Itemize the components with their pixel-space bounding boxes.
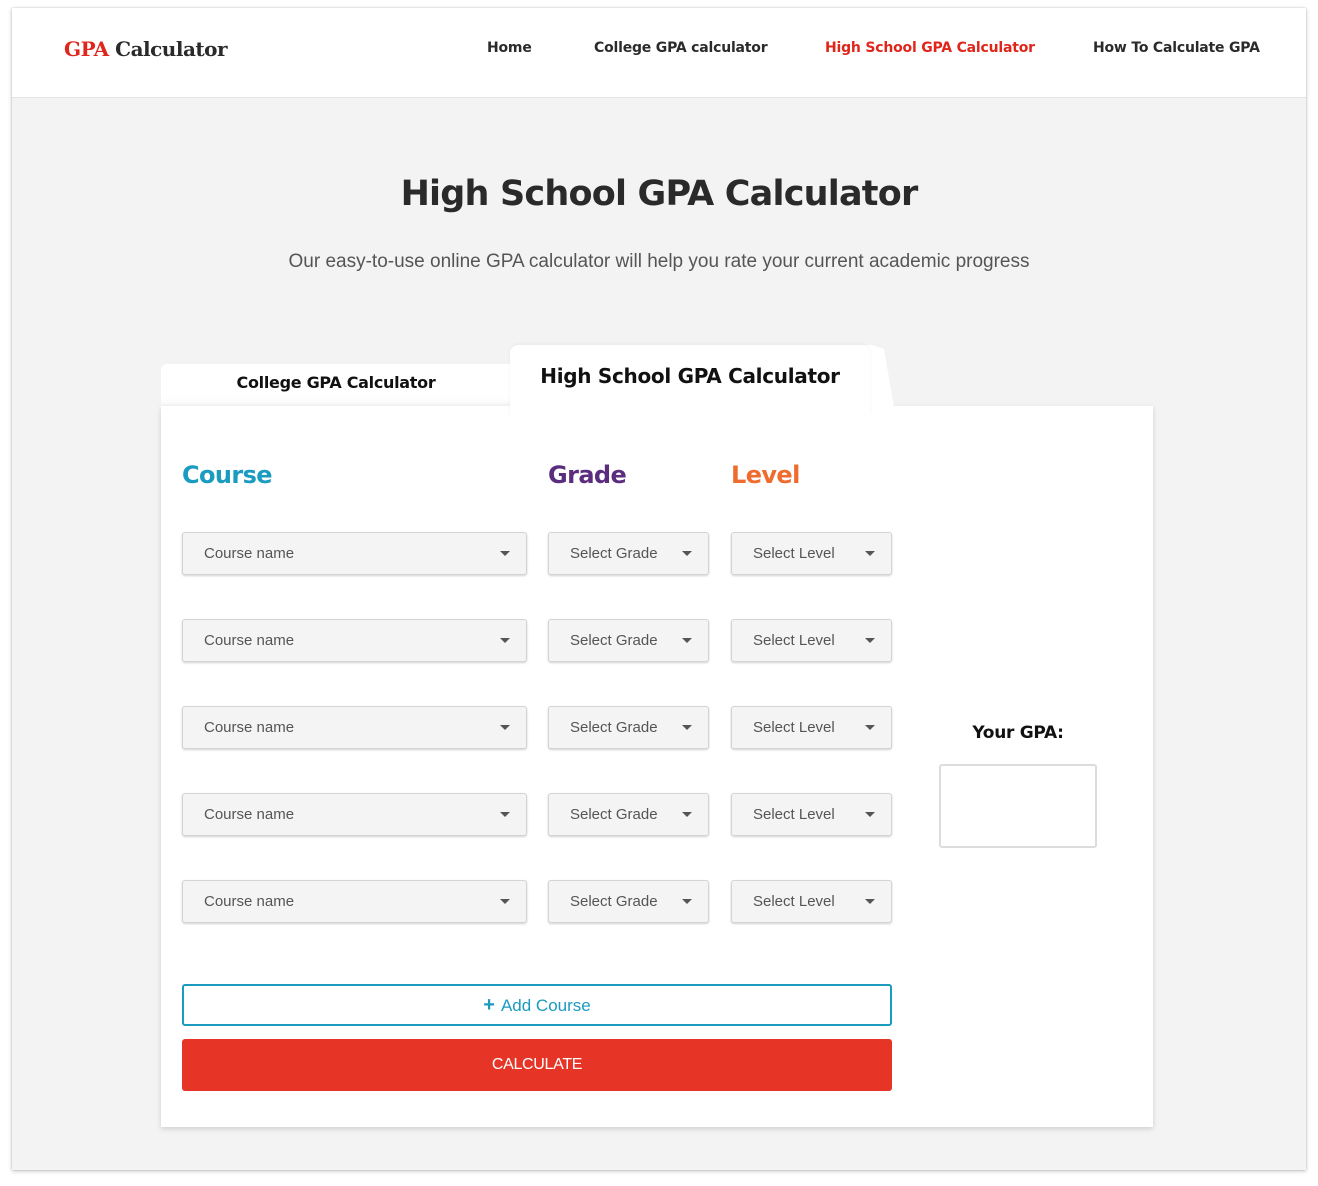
- site-header: GPA Calculator Home College GPA calculat…: [12, 8, 1306, 98]
- main-nav: Home College GPA calculator High School …: [12, 40, 1306, 60]
- grade-select-value: Select Grade: [570, 893, 658, 910]
- chevron-down-icon: [500, 899, 510, 904]
- nav-home[interactable]: Home: [487, 40, 532, 56]
- grade-select-4[interactable]: Select Grade: [548, 793, 709, 836]
- chevron-down-icon: [500, 812, 510, 817]
- nav-how-to-calculate[interactable]: How To Calculate GPA: [1093, 40, 1260, 56]
- column-header-level: Level: [731, 461, 800, 489]
- level-select-3[interactable]: Select Level: [731, 706, 892, 749]
- course-select-5[interactable]: Course name: [182, 880, 527, 923]
- tab-college-gpa[interactable]: College GPA Calculator: [161, 364, 511, 406]
- column-header-grade: Grade: [548, 461, 627, 489]
- calculator-card: Course Grade Level Course name Select Gr…: [161, 406, 1153, 1127]
- chevron-down-icon: [865, 551, 875, 556]
- nav-college-gpa[interactable]: College GPA calculator: [594, 40, 768, 56]
- nav-high-school-gpa[interactable]: High School GPA Calculator: [825, 40, 1035, 56]
- level-select-4[interactable]: Select Level: [731, 793, 892, 836]
- chevron-down-icon: [500, 551, 510, 556]
- course-select-value: Course name: [204, 893, 295, 910]
- chevron-down-icon: [682, 899, 692, 904]
- chevron-down-icon: [682, 551, 692, 556]
- level-select-value: Select Level: [753, 632, 835, 649]
- grade-select-1[interactable]: Select Grade: [548, 532, 709, 575]
- course-select-value: Course name: [204, 632, 295, 649]
- gpa-result-box: [939, 764, 1097, 848]
- course-select-1[interactable]: Course name: [182, 532, 527, 575]
- course-select-4[interactable]: Course name: [182, 793, 527, 836]
- chevron-down-icon: [865, 638, 875, 643]
- calculate-button[interactable]: CALCULATE: [182, 1039, 892, 1091]
- grade-select-3[interactable]: Select Grade: [548, 706, 709, 749]
- chevron-down-icon: [682, 725, 692, 730]
- tab-high-school-gpa[interactable]: High School GPA Calculator: [510, 345, 870, 415]
- course-select-2[interactable]: Course name: [182, 619, 527, 662]
- column-header-course: Course: [182, 461, 273, 489]
- course-select-value: Course name: [204, 806, 295, 823]
- grade-select-value: Select Grade: [570, 545, 658, 562]
- page-subtitle: Our easy-to-use online GPA calculator wi…: [288, 251, 1030, 272]
- your-gpa-label: Your GPA:: [972, 723, 1064, 743]
- chevron-down-icon: [500, 638, 510, 643]
- page-title: High School GPA Calculator: [400, 174, 919, 214]
- grade-select-2[interactable]: Select Grade: [548, 619, 709, 662]
- chevron-down-icon: [865, 899, 875, 904]
- level-select-value: Select Level: [753, 806, 835, 823]
- level-select-value: Select Level: [753, 545, 835, 562]
- chevron-down-icon: [500, 725, 510, 730]
- chevron-down-icon: [682, 812, 692, 817]
- chevron-down-icon: [865, 725, 875, 730]
- level-select-5[interactable]: Select Level: [731, 880, 892, 923]
- plus-icon: +: [483, 994, 495, 1016]
- grade-select-value: Select Grade: [570, 632, 658, 649]
- level-select-value: Select Level: [753, 893, 835, 910]
- grade-select-5[interactable]: Select Grade: [548, 880, 709, 923]
- chevron-down-icon: [865, 812, 875, 817]
- course-select-value: Course name: [204, 719, 295, 736]
- add-course-button[interactable]: + Add Course: [182, 984, 892, 1026]
- add-course-label: Add Course: [500, 996, 591, 1015]
- course-select-3[interactable]: Course name: [182, 706, 527, 749]
- chevron-down-icon: [682, 638, 692, 643]
- browser-page: GPA Calculator Home College GPA calculat…: [12, 8, 1306, 1170]
- course-select-value: Course name: [204, 545, 295, 562]
- level-select-1[interactable]: Select Level: [731, 532, 892, 575]
- level-select-value: Select Level: [753, 719, 835, 736]
- grade-select-value: Select Grade: [570, 806, 658, 823]
- level-select-2[interactable]: Select Level: [731, 619, 892, 662]
- grade-select-value: Select Grade: [570, 719, 658, 736]
